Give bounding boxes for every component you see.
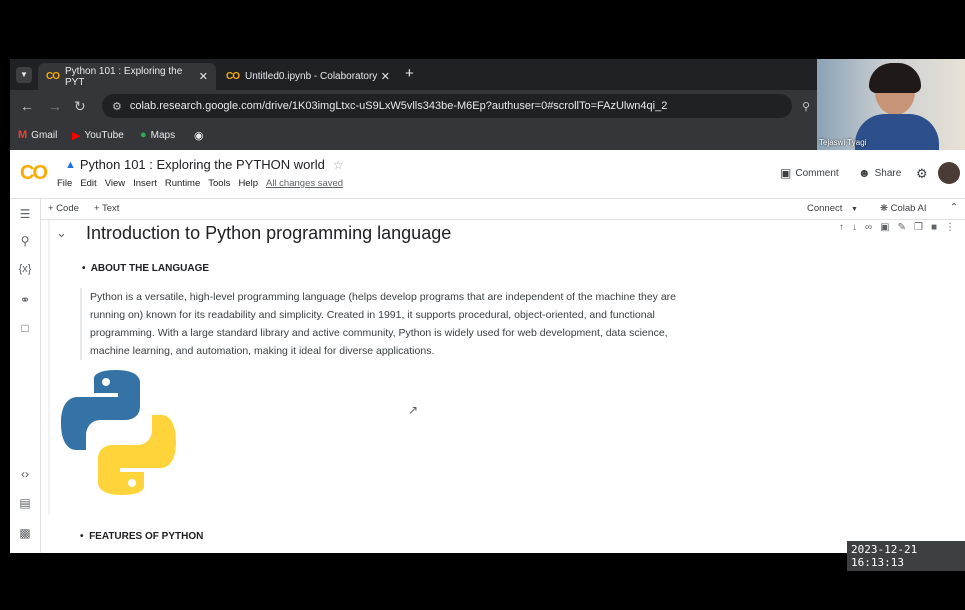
drive-icon: ▲ xyxy=(65,158,76,171)
notebook-toolbar: + Code + Text Connect ▼ ❋ Colab AI ⌃ xyxy=(10,199,965,220)
code-snippets-icon[interactable]: ‹› xyxy=(16,467,34,481)
reload-icon[interactable]: ↻ xyxy=(74,98,86,115)
mouse-cursor-icon: ↗ xyxy=(408,403,419,417)
tab-untitled0[interactable]: CO Untitled0.ipynb - Colaboratory ✕ xyxy=(218,63,398,90)
add-code-button[interactable]: + Code xyxy=(48,203,79,214)
colab-app: CO ▲ Python 101 : Exploring the PYTHON w… xyxy=(10,150,965,553)
colab-tab-icon: CO xyxy=(226,71,240,82)
more-options-icon[interactable]: ⋮ xyxy=(945,222,955,233)
avatar[interactable] xyxy=(938,162,960,184)
colab-logo[interactable]: CO xyxy=(20,162,48,185)
about-paragraph: Python is a versatile, high-level progra… xyxy=(80,288,710,360)
ai-icon: ❋ xyxy=(880,203,888,214)
folder-icon[interactable]: □ xyxy=(16,321,34,335)
text-cell[interactable]: ⌄ Introduction to Python programming lan… xyxy=(48,220,960,515)
mirror-icon[interactable]: ❐ xyxy=(914,222,923,233)
menu-bar: File Edit View Insert Runtime Tools Help… xyxy=(57,178,343,189)
variables-icon[interactable]: {x} xyxy=(16,263,34,275)
new-tab-button[interactable]: + xyxy=(405,65,414,82)
heading-features: • FEATURES OF PYTHON xyxy=(80,531,204,542)
move-up-icon[interactable]: ↑ xyxy=(839,222,844,233)
close-icon[interactable]: ✕ xyxy=(381,70,390,83)
youtube-icon: ▶ xyxy=(72,130,81,142)
search-icon[interactable]: ⚲ xyxy=(16,234,34,248)
webcam-overlay: Tejaswi Tyagi xyxy=(817,59,965,150)
menu-help[interactable]: Help xyxy=(238,178,258,189)
people-icon: ☻ xyxy=(858,166,871,180)
menu-runtime[interactable]: Runtime xyxy=(165,178,200,189)
tab-label: Python 101 : Exploring the PYT xyxy=(65,65,183,88)
chevron-down-icon[interactable]: ⌄ xyxy=(56,225,67,241)
url-input[interactable]: ⚙ colab.research.google.com/drive/1K03im… xyxy=(102,94,832,118)
colab-tab-icon: CO xyxy=(46,71,60,82)
share-button[interactable]: ☻ Share xyxy=(858,166,901,180)
tab-python101[interactable]: CO Python 101 : Exploring the PYT ✕ xyxy=(38,63,216,90)
globe-icon: ◉ xyxy=(194,130,204,142)
menu-view[interactable]: View xyxy=(105,178,125,189)
close-icon[interactable]: ✕ xyxy=(199,70,208,83)
gear-icon: ⚙ xyxy=(916,166,928,181)
comment-icon: ▣ xyxy=(780,166,792,180)
tab-label: Untitled0.ipynb - Colaboratory xyxy=(245,71,378,82)
notebook-title[interactable]: ▲ Python 101 : Exploring the PYTHON worl… xyxy=(65,157,344,172)
chevron-down-icon: ▼ xyxy=(851,206,858,213)
terminal-icon[interactable]: ▩ xyxy=(16,526,34,540)
url-text: colab.research.google.com/drive/1K03imgL… xyxy=(129,100,668,112)
left-sidebar: ☰ ⚲ {x} ⚭ □ ‹› ▤ ▩ xyxy=(10,199,41,553)
gmail-icon: M xyxy=(18,129,28,141)
link-icon[interactable]: ∞ xyxy=(865,222,872,233)
settings-button[interactable]: ⚙ xyxy=(916,166,928,182)
forward-icon[interactable]: → xyxy=(48,98,62,114)
add-text-button[interactable]: + Text xyxy=(94,203,119,214)
colab-ai-button[interactable]: ❋ Colab AI xyxy=(880,203,927,214)
comment-button[interactable]: ▣ Comment xyxy=(780,166,839,180)
move-down-icon[interactable]: ↓ xyxy=(852,222,857,233)
menu-file[interactable]: File xyxy=(57,178,72,189)
bookmark-maps[interactable]: ● Maps xyxy=(140,129,175,141)
key-icon[interactable]: ⚭ xyxy=(16,293,34,307)
site-info-icon[interactable]: ⚙ xyxy=(112,100,122,113)
menu-tools[interactable]: Tools xyxy=(208,178,230,189)
menu-insert[interactable]: Insert xyxy=(133,178,157,189)
tab-search-button[interactable]: ▼ xyxy=(16,67,32,83)
section-title: Introduction to Python programming langu… xyxy=(86,223,452,243)
python-logo-image xyxy=(61,370,176,495)
connect-button[interactable]: Connect ▼ xyxy=(807,203,858,214)
cell-toolbar: ↑ ↓ ∞ ▣ ✎ ❐ ■ ⋮ xyxy=(839,222,955,233)
star-icon[interactable]: ☆ xyxy=(333,158,344,172)
participant-name: Tejaswi Tyagi xyxy=(819,138,867,147)
back-icon[interactable]: ← xyxy=(20,98,34,114)
edit-icon[interactable]: ✎ xyxy=(898,222,906,233)
bookmark-globe[interactable]: ◉ xyxy=(194,129,208,142)
bookmark-gmail[interactable]: M Gmail xyxy=(18,129,57,141)
recording-timestamp: 2023-12-21 16:13:13 xyxy=(847,541,965,571)
menu-edit[interactable]: Edit xyxy=(80,178,96,189)
collapse-icon[interactable]: ⌃ xyxy=(950,202,958,213)
bookmark-youtube[interactable]: ▶ YouTube xyxy=(72,129,124,142)
comment-icon[interactable]: ▣ xyxy=(880,222,889,233)
save-status[interactable]: All changes saved xyxy=(266,178,343,189)
colab-header: CO ▲ Python 101 : Exploring the PYTHON w… xyxy=(10,150,965,199)
maps-icon: ● xyxy=(140,129,147,141)
heading-about: • ABOUT THE LANGUAGE xyxy=(82,263,210,274)
delete-icon[interactable]: ■ xyxy=(931,222,937,233)
toc-icon[interactable]: ☰ xyxy=(16,207,34,221)
command-palette-icon[interactable]: ▤ xyxy=(16,496,34,510)
zoom-icon[interactable]: ⚲ xyxy=(802,100,810,113)
